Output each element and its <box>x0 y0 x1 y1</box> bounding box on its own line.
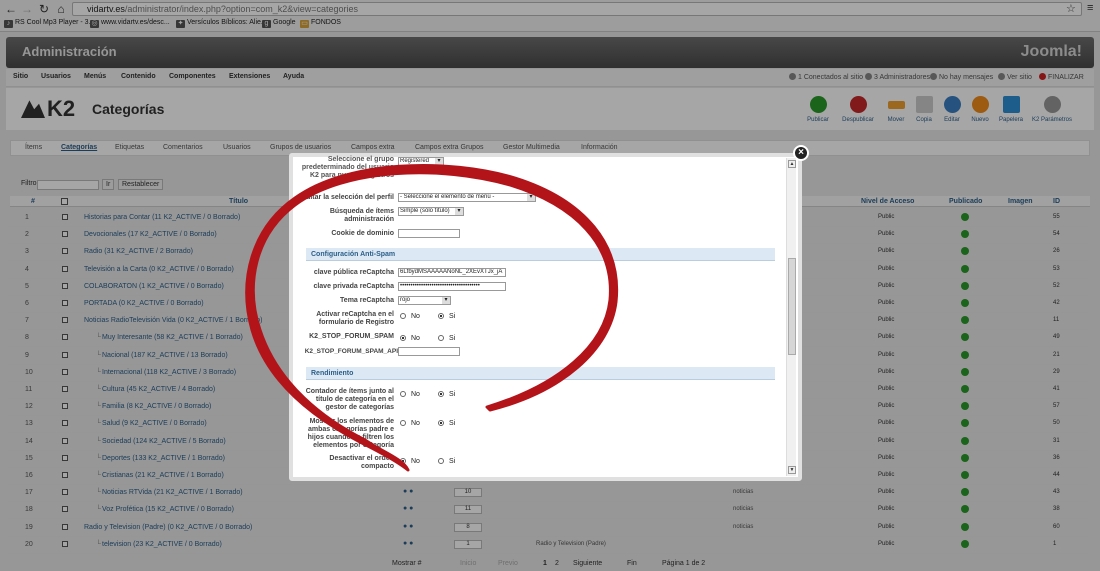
show-both-label: Mostrar los elementos de ambas categoría… <box>307 418 394 449</box>
scroll-thumb[interactable] <box>788 258 796 355</box>
recaptcha-activate-no[interactable]: No <box>400 313 420 320</box>
recaptcha-private-input[interactable]: •••••••••••••••••••••••••••••••••••••• <box>398 282 506 291</box>
default-group-select[interactable]: Registered <box>398 157 444 166</box>
profile-edit-label: Editar la selección del perfil <box>301 194 394 201</box>
item-count-no[interactable]: No <box>400 391 420 398</box>
item-count-si[interactable]: Si <box>438 391 455 398</box>
item-search-label: Búsqueda de ítems administración <box>329 208 394 223</box>
stop-spam-label: K2_STOP_FORUM_SPAM <box>309 333 394 340</box>
recaptcha-public-input[interactable]: 6LfbydMSAAAAANoNL_2XEvXTJx_jA <box>398 268 506 277</box>
radio-icon <box>438 458 444 464</box>
recaptcha-theme-select[interactable]: rojo <box>398 296 451 305</box>
performance-section-header: Rendimiento <box>306 367 775 380</box>
recaptcha-theme-label: Tema reCaptcha <box>340 297 394 304</box>
antispam-section-header: Configuración Anti-Spam <box>306 248 775 261</box>
default-group-label: Seleccione el grupo predeterminado del u… <box>301 156 394 179</box>
scroll-down-icon[interactable]: ▼ <box>788 466 796 474</box>
radio-checked-icon <box>438 313 444 319</box>
cookie-domain-input[interactable] <box>398 229 460 238</box>
compact-order-si[interactable]: Si <box>438 458 455 465</box>
show-both-no[interactable]: No <box>400 420 420 427</box>
scroll-up-icon[interactable]: ▲ <box>788 160 796 168</box>
compact-order-no[interactable]: No <box>400 458 420 465</box>
stop-spam-si[interactable]: Si <box>438 335 455 342</box>
show-both-si[interactable]: Si <box>438 420 455 427</box>
stop-spam-api-label: K2_STOP_FORUM_SPAM_API <box>304 348 398 355</box>
radio-icon <box>400 391 406 397</box>
recaptcha-private-label: clave privada reCaptcha <box>313 283 394 290</box>
radio-checked-icon <box>400 335 406 341</box>
item-search-select[interactable]: Simple (sólo título) <box>398 207 464 216</box>
radio-checked-icon <box>400 458 406 464</box>
recaptcha-activate-label: Activar reCaptcha en el formulario de Re… <box>316 311 394 326</box>
recaptcha-public-label: clave pública reCaptcha <box>313 269 394 276</box>
modal-scrollbar[interactable]: ▲ ▼ <box>786 158 796 476</box>
radio-icon <box>400 420 406 426</box>
stop-spam-api-input[interactable] <box>398 347 460 356</box>
item-count-label: Contador de ítems junto al título de cat… <box>305 388 394 411</box>
cookie-domain-label: Cookie de dominio <box>331 230 394 237</box>
radio-icon <box>438 335 444 341</box>
compact-order-label: Desactivar el orden compacto <box>329 455 394 470</box>
recaptcha-activate-si[interactable]: Si <box>438 313 455 320</box>
radio-checked-icon <box>438 391 444 397</box>
profile-edit-select[interactable]: - Seleccione el elemento de menú - <box>398 193 536 202</box>
radio-checked-icon <box>438 420 444 426</box>
stop-spam-no[interactable]: No <box>400 335 420 342</box>
radio-icon <box>400 313 406 319</box>
